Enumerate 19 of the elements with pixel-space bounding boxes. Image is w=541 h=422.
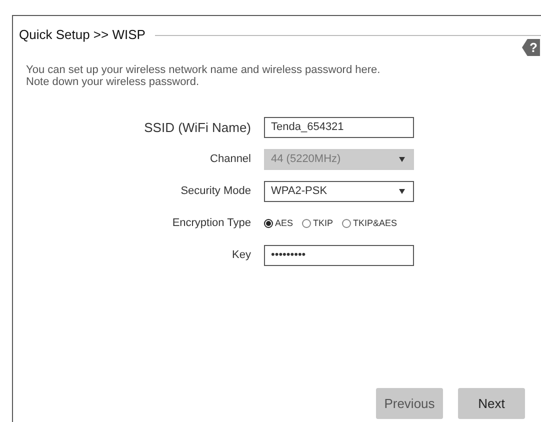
text-field[interactable]: Tenda_654321 bbox=[264, 116, 414, 138]
field-label: Security Mode bbox=[180, 185, 251, 197]
help-icon[interactable]: ? bbox=[522, 39, 540, 56]
radio-option[interactable]: AES bbox=[264, 218, 294, 228]
caret-icon bbox=[399, 188, 405, 194]
panel-title: Quick Setup >> WISP bbox=[19, 27, 146, 42]
next-button[interactable]: Next bbox=[458, 388, 525, 419]
previous-button[interactable]: Previous bbox=[376, 388, 443, 419]
field-label: Channel bbox=[209, 153, 251, 165]
radio-option[interactable]: TKIP&AES bbox=[342, 218, 398, 228]
description-text: You can set up your wireless network name and wireless password here. bbox=[26, 64, 382, 76]
select-field[interactable]: WPA2-PSK bbox=[264, 180, 414, 202]
radio-option[interactable]: TKIP bbox=[302, 218, 334, 228]
field-label: Encryption Type bbox=[171, 217, 251, 229]
description-text: Note down your wireless password. bbox=[26, 76, 200, 88]
text-field[interactable]: ••••••••• bbox=[264, 244, 414, 266]
field-label: SSID (WiFi Name) bbox=[143, 120, 251, 134]
caret-icon bbox=[399, 156, 405, 162]
field-label: Key bbox=[231, 249, 251, 261]
